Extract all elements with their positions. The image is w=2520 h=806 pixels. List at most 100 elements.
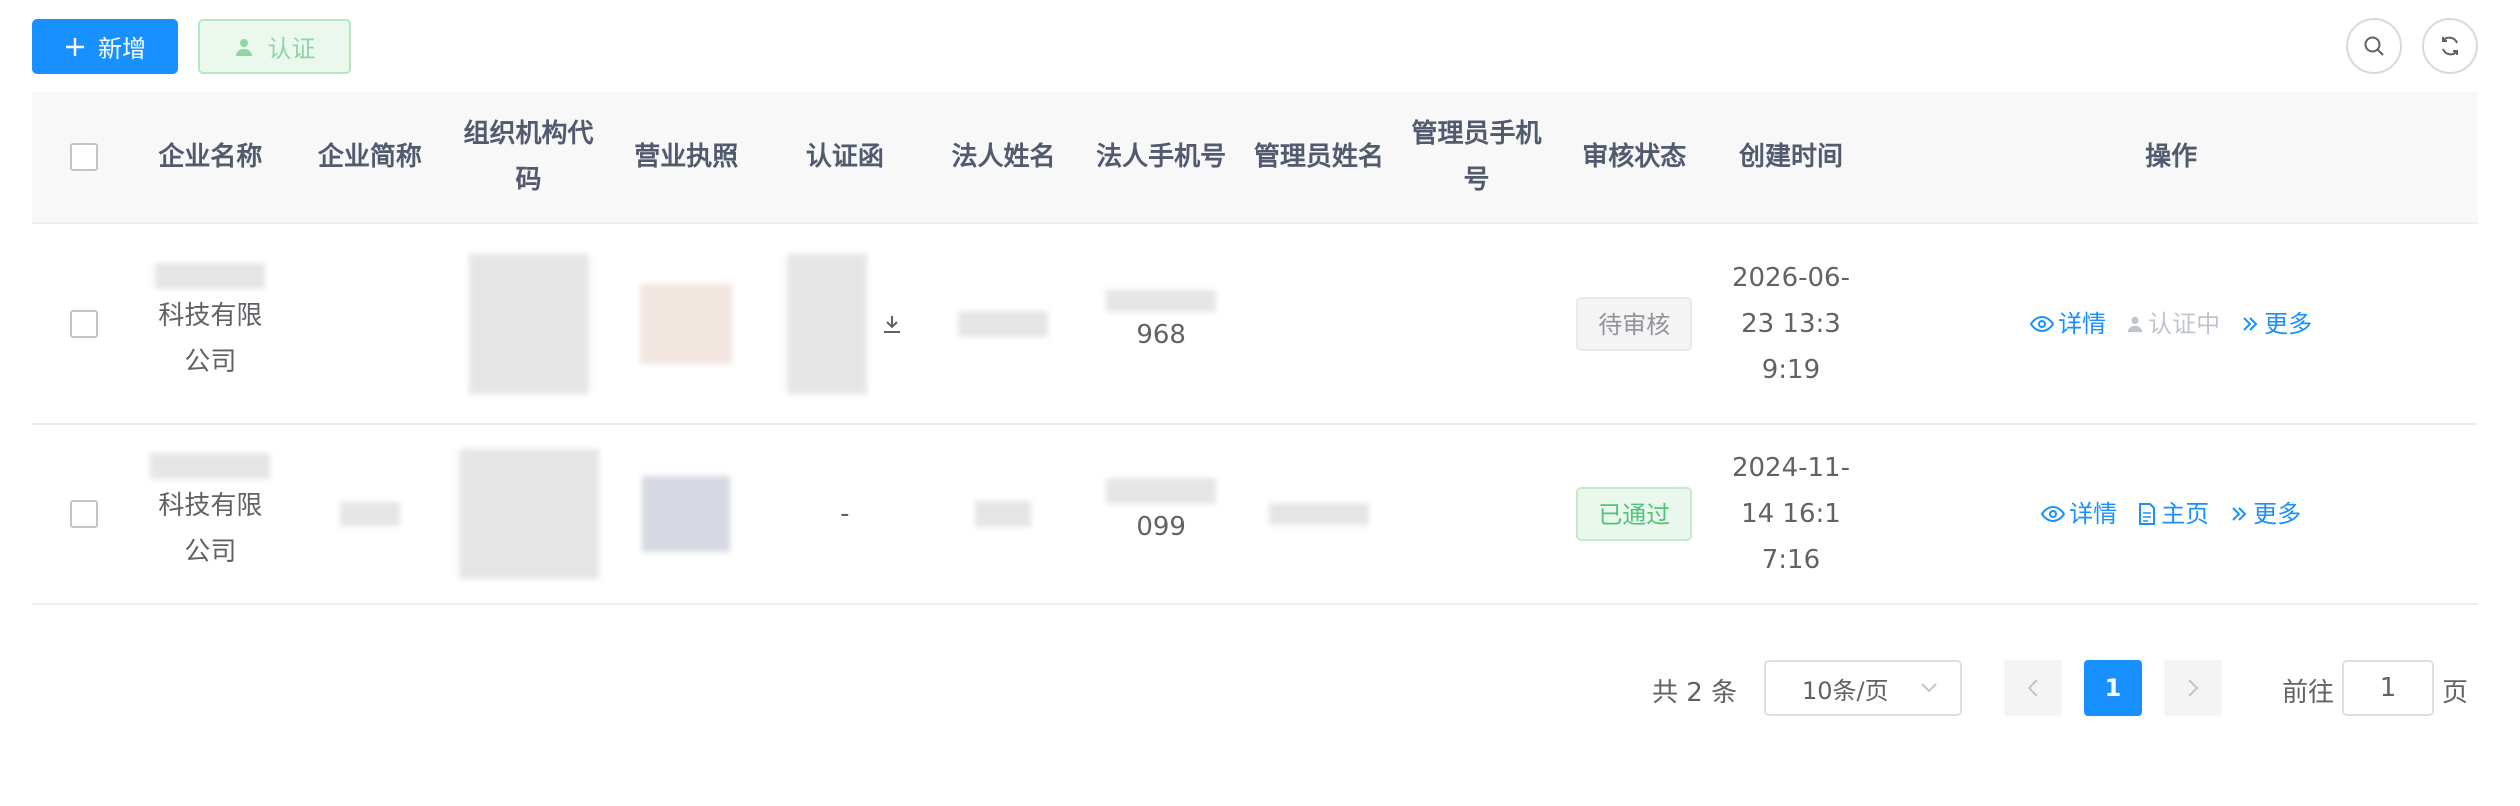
- redacted-text: [1106, 478, 1217, 504]
- created-time: 2024-11-14 16:17:16: [1731, 453, 1850, 575]
- cell-name: 科技有限公司: [135, 453, 285, 575]
- cell-legal-name: [920, 310, 1087, 337]
- header-created: 创建时间: [1738, 142, 1843, 172]
- status-badge: 待审核: [1576, 296, 1693, 351]
- table-header: 企业名称 企业简称 组织机构代码 营业执照 认证函 法人姓名 法人手机号 管理员…: [32, 92, 2478, 224]
- header-legal-name: 法人姓名: [951, 142, 1056, 172]
- letter-value: -: [840, 499, 850, 529]
- page-number-current[interactable]: 1: [2084, 660, 2142, 716]
- company-name: 科技有限公司: [158, 491, 263, 567]
- double-chevron-right-icon: [2243, 316, 2258, 331]
- redacted-image: [458, 449, 599, 579]
- redacted-text: [1106, 289, 1217, 312]
- header-ops: 操作: [2145, 142, 2198, 172]
- header-status: 审核状态: [1582, 142, 1687, 172]
- company-name: 科技有限公司: [158, 300, 263, 377]
- redacted-text: [958, 310, 1049, 337]
- redacted-text: [339, 502, 400, 526]
- cell-short: [285, 502, 454, 526]
- cell-legal-phone: 099: [1087, 478, 1235, 550]
- cell-created: 2024-11-14 16:17:16: [1718, 445, 1864, 583]
- download-icon[interactable]: [881, 313, 903, 335]
- user-icon: [2127, 316, 2143, 332]
- certifying-label: 认证中: [2148, 309, 2221, 338]
- certifying-link: 认证中: [2126, 301, 2220, 347]
- refresh-button[interactable]: [2422, 18, 2478, 74]
- row-checkbox-cell: [32, 309, 135, 338]
- search-button[interactable]: [2346, 18, 2402, 74]
- add-button[interactable]: 新增: [32, 19, 178, 74]
- redacted-text: [150, 453, 271, 479]
- homepage-link[interactable]: 主页: [2137, 491, 2209, 537]
- header-short: 企业简称: [317, 142, 422, 172]
- total-count: 共 2 条: [1652, 678, 1738, 708]
- header-org-code: 组织机构代码: [463, 119, 594, 195]
- chevron-left-icon: [2027, 679, 2038, 697]
- eye-icon: [2030, 315, 2055, 332]
- cell-created: 2026-06-23 13:39:19: [1718, 255, 1864, 393]
- table-row[interactable]: 科技有限公司 968 待审核 2026-06-23 13:39:19 详情 认证…: [32, 224, 2478, 425]
- detail-link[interactable]: 详情: [2041, 491, 2117, 537]
- header-admin-name: 管理员姓名: [1253, 142, 1384, 172]
- header-license: 营业执照: [634, 142, 739, 172]
- enterprise-table: 企业名称 企业简称 组织机构代码 营业执照 认证函 法人姓名 法人手机号 管理员…: [32, 92, 2478, 605]
- cell-status: 待审核: [1551, 296, 1718, 351]
- more-link[interactable]: 更多: [2229, 491, 2301, 537]
- letter-thumbnail[interactable]: [786, 253, 867, 394]
- goto-suffix: 页: [2442, 678, 2469, 708]
- cell-legal-phone: 968: [1087, 289, 1235, 358]
- document-icon: [2139, 503, 2156, 525]
- cell-license: [603, 283, 770, 364]
- auth-button-label: 认证: [267, 35, 316, 63]
- header-legal-phone: 法人手机号: [1096, 142, 1227, 172]
- goto-page-input[interactable]: [2342, 660, 2434, 716]
- redacted-text: [975, 501, 1032, 527]
- eye-icon: [2041, 505, 2066, 523]
- legal-phone-suffix: 099: [1136, 512, 1186, 542]
- refresh-icon: [2442, 36, 2458, 56]
- license-thumbnail[interactable]: [640, 283, 733, 364]
- cell-ops: 详情 认证中 更多: [1864, 301, 2478, 347]
- toolbar: 新增 认证: [0, 0, 2520, 92]
- detail-label: 详情: [2058, 309, 2107, 338]
- row-checkbox[interactable]: [69, 309, 98, 338]
- cell-letter: -: [770, 491, 920, 537]
- row-checkbox[interactable]: [69, 500, 98, 528]
- page-size-value: 10条/页: [1802, 676, 1889, 705]
- select-all-checkbox[interactable]: [69, 143, 98, 171]
- page-size-select[interactable]: 10条/页: [1764, 660, 1962, 716]
- chevron-right-icon: [2188, 679, 2199, 697]
- cell-org-code: [454, 449, 602, 579]
- license-thumbnail[interactable]: [642, 476, 731, 552]
- more-link[interactable]: 更多: [2240, 301, 2312, 347]
- chevron-down-icon: [1921, 683, 1937, 693]
- more-label: 更多: [2264, 309, 2313, 338]
- header-letter: 认证函: [805, 142, 884, 172]
- detail-label: 详情: [2069, 500, 2118, 528]
- legal-phone-suffix: 968: [1136, 319, 1186, 350]
- cell-legal-name: [920, 501, 1087, 527]
- double-chevron-right-icon: [2232, 507, 2247, 521]
- cell-status: 已通过: [1551, 487, 1718, 541]
- next-page-button[interactable]: [2164, 660, 2222, 716]
- auth-button[interactable]: 认证: [198, 19, 351, 74]
- created-time: 2026-06-23 13:39:19: [1731, 262, 1850, 385]
- plus-icon: [66, 37, 84, 56]
- cell-license: [603, 476, 770, 552]
- add-button-label: 新增: [98, 35, 146, 63]
- more-label: 更多: [2253, 500, 2302, 528]
- redacted-text: [1268, 503, 1369, 525]
- cell-admin-name: [1235, 503, 1402, 525]
- cell-org-code: [454, 253, 602, 394]
- user-icon: [235, 38, 252, 56]
- table-row[interactable]: 科技有限公司 - 099 已通过 2024-11-14 16:17:16 详情 …: [32, 425, 2478, 605]
- status-badge: 已通过: [1576, 487, 1693, 541]
- header-admin-phone: 管理员手机号: [1411, 119, 1542, 195]
- redacted-image: [468, 253, 589, 394]
- prev-page-button[interactable]: [2004, 660, 2062, 716]
- detail-link[interactable]: 详情: [2030, 301, 2106, 347]
- cell-name: 科技有限公司: [135, 262, 285, 385]
- header-checkbox-cell: [32, 143, 135, 171]
- homepage-label: 主页: [2161, 500, 2210, 528]
- row-checkbox-cell: [32, 500, 135, 528]
